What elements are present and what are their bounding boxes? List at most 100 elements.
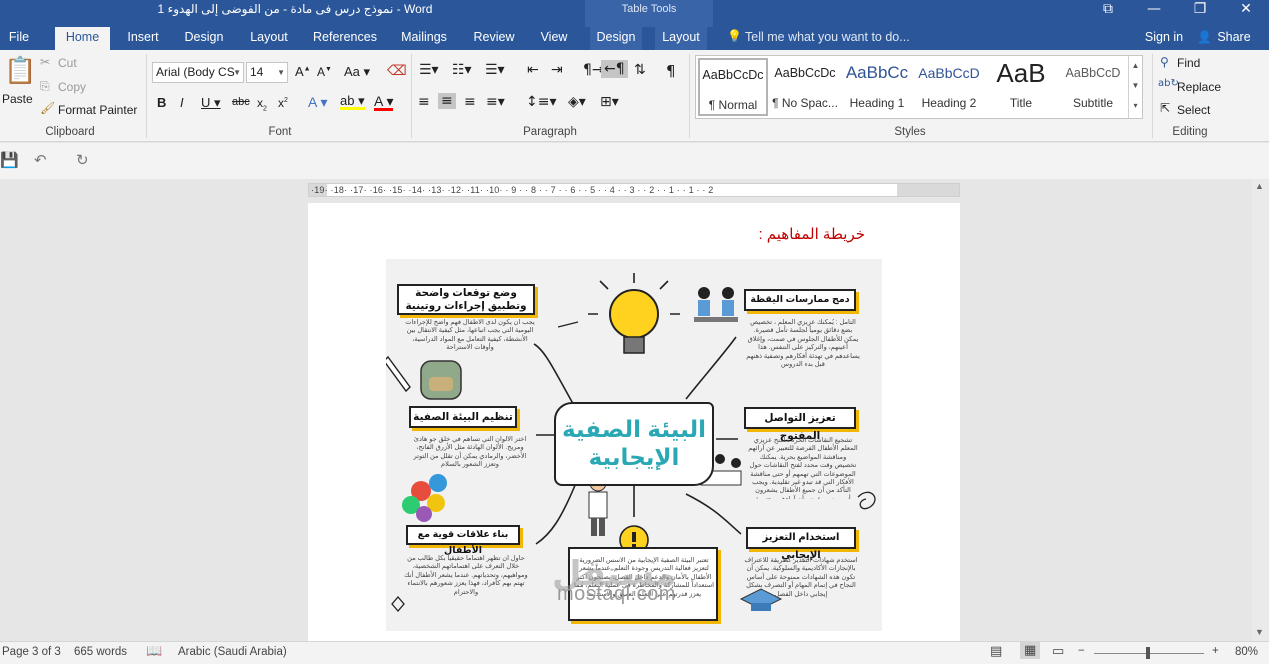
ribbon-home: 📋 Paste ✂ Cut ⎘ Copy 🖌 Format Painter Cl… bbox=[0, 50, 1269, 142]
save-icon[interactable]: 💾 bbox=[0, 151, 19, 169]
show-marks-icon[interactable]: ¶ bbox=[666, 62, 676, 80]
page-count[interactable]: Page 3 of 3 bbox=[2, 646, 61, 658]
select-icon: ⇱ bbox=[1160, 101, 1171, 115]
zoom-out-button[interactable]: − bbox=[1078, 645, 1085, 657]
tab-layout[interactable]: Layout bbox=[243, 27, 295, 50]
ribbon-display-icon[interactable]: ⧉ bbox=[1085, 0, 1131, 27]
tab-file[interactable]: File bbox=[0, 27, 38, 50]
copy-icon: ⎘ bbox=[40, 79, 50, 93]
communication-text: تشجيع النقاشات الحرة : امنح عزيزي المعلم… bbox=[748, 437, 858, 499]
zoom-level[interactable]: 80% bbox=[1235, 646, 1258, 658]
shading-icon[interactable]: ◈▾ bbox=[568, 94, 586, 110]
print-layout-icon[interactable]: ▦ bbox=[1020, 642, 1041, 659]
tab-table-layout[interactable]: Layout bbox=[655, 27, 707, 50]
web-layout-icon[interactable]: ▭ bbox=[1052, 644, 1064, 659]
close-icon[interactable]: ✕ bbox=[1223, 0, 1269, 27]
vertical-scrollbar[interactable]: ▲ ▼ bbox=[1252, 179, 1269, 641]
font-color-button[interactable]: A ▾ bbox=[374, 94, 394, 111]
read-mode-icon[interactable]: ▤ bbox=[990, 644, 1002, 659]
share-button[interactable]: Share bbox=[1214, 27, 1254, 50]
tab-view[interactable]: View bbox=[532, 27, 576, 50]
mindfulness-label: دمج ممارسات اليقظة bbox=[744, 289, 856, 311]
strikethrough-button[interactable]: abc bbox=[232, 96, 250, 108]
status-bar: Page 3 of 3 665 words 📖 Arabic (Saudi Ar… bbox=[0, 641, 1269, 664]
tab-mailings[interactable]: Mailings bbox=[395, 27, 453, 50]
find-button[interactable]: Find bbox=[1177, 56, 1200, 70]
replace-button[interactable]: Replace bbox=[1177, 80, 1221, 94]
superscript-button[interactable]: x2 bbox=[278, 96, 288, 110]
restore-icon[interactable]: ❐ bbox=[1177, 0, 1223, 27]
grow-font-button[interactable]: A▲ bbox=[295, 64, 311, 79]
cut-button[interactable]: Cut bbox=[58, 56, 77, 70]
multilevel-list-icon[interactable]: ☰▾ bbox=[485, 62, 505, 78]
zoom-slider-thumb[interactable] bbox=[1146, 647, 1150, 659]
clear-formatting-icon[interactable]: ⌫ bbox=[387, 63, 407, 79]
sort-icon[interactable]: ⇅ bbox=[634, 62, 646, 78]
center-concept-box: البيئة الصفية الإيجابية bbox=[554, 402, 714, 486]
font-size-box[interactable]: 14 ▼ bbox=[246, 62, 288, 83]
align-center-icon[interactable]: ≡ bbox=[438, 93, 456, 109]
align-right-icon[interactable]: ≡ bbox=[464, 94, 476, 110]
lightbulb-icon bbox=[588, 273, 680, 354]
tell-me-box[interactable]: Tell me what you want to do... bbox=[745, 27, 910, 48]
numbering-icon[interactable]: ☷▾ bbox=[452, 62, 472, 78]
expectations-text: يجب أن يكون لدى الأطفال فهم واضح للإجراء… bbox=[405, 319, 535, 352]
expectations-label: وضع توقعات واضحة وتطبيق إجراءات روتينية bbox=[397, 284, 535, 315]
redo-icon[interactable]: ↻ bbox=[76, 151, 89, 169]
center-title-line1: البيئة الصفية bbox=[561, 416, 707, 442]
style-title[interactable]: AaB Title bbox=[986, 58, 1056, 116]
language-indicator[interactable]: Arabic (Saudi Arabia) bbox=[178, 646, 287, 658]
decrease-indent-icon[interactable]: ⇤ bbox=[527, 62, 539, 78]
backpack-icon bbox=[420, 360, 462, 400]
align-left-icon[interactable]: ≡ bbox=[418, 94, 430, 110]
shrink-font-button[interactable]: A▼ bbox=[317, 65, 332, 79]
paste-icon[interactable]: 📋 bbox=[4, 56, 36, 86]
font-family-box[interactable]: Arial (Body CS ▼ bbox=[152, 62, 244, 83]
tab-references[interactable]: References bbox=[308, 27, 382, 50]
bold-button[interactable]: B bbox=[157, 95, 166, 110]
paste-button[interactable]: Paste bbox=[2, 92, 33, 106]
ribbon-tabs: File Home Insert Design Layout Reference… bbox=[0, 27, 1269, 50]
format-painter-icon: 🖌 bbox=[40, 101, 56, 115]
tab-review[interactable]: Review bbox=[468, 27, 520, 50]
copy-button[interactable]: Copy bbox=[58, 80, 86, 94]
increase-indent-icon[interactable]: ⇥ bbox=[551, 62, 563, 78]
minimize-icon[interactable]: — bbox=[1131, 0, 1177, 27]
proofing-icon[interactable]: 📖 bbox=[146, 644, 162, 659]
underline-button[interactable]: U ▾ bbox=[201, 95, 221, 111]
bullets-icon[interactable]: ☰▾ bbox=[419, 62, 439, 78]
justify-icon[interactable]: ≡▾ bbox=[486, 94, 505, 110]
subscript-button[interactable]: x2 bbox=[257, 96, 267, 112]
chevron-down-icon: ▼ bbox=[233, 68, 241, 77]
tab-design[interactable]: Design bbox=[178, 27, 230, 50]
tab-home[interactable]: Home bbox=[55, 27, 110, 50]
line-spacing-icon[interactable]: ↕≡▾ bbox=[526, 94, 557, 110]
style-heading-1[interactable]: AaBbCc Heading 1 bbox=[842, 58, 912, 116]
replace-icon: ab↻ bbox=[1158, 78, 1179, 89]
style-subtitle[interactable]: AaBbCcD Subtitle bbox=[1058, 58, 1128, 116]
format-painter-button[interactable]: Format Painter bbox=[58, 103, 137, 117]
watermark-url: mostaql.com bbox=[557, 583, 676, 605]
select-button[interactable]: Select bbox=[1177, 103, 1210, 117]
undo-icon[interactable]: ↶ bbox=[34, 151, 47, 169]
rtl-direction-icon[interactable]: ←¶ bbox=[601, 60, 628, 78]
sign-in-link[interactable]: Sign in bbox=[1142, 27, 1186, 50]
zoom-in-button[interactable]: + bbox=[1212, 645, 1219, 657]
highlight-button[interactable]: ab ▾ bbox=[340, 94, 365, 110]
italic-button[interactable]: I bbox=[180, 95, 184, 110]
style-normal[interactable]: AaBbCcDc ¶ Normal bbox=[698, 58, 768, 116]
cut-icon: ✂ bbox=[40, 55, 51, 69]
tab-table-design[interactable]: Design bbox=[590, 27, 642, 50]
change-case-button[interactable]: Aa ▾ bbox=[344, 64, 370, 80]
style-no-spacing[interactable]: AaBbCcDc ¶ No Spac... bbox=[770, 58, 840, 116]
scroll-down-icon[interactable]: ▼ bbox=[1255, 627, 1264, 637]
text-effects-button[interactable]: A ▾ bbox=[308, 94, 327, 111]
scroll-up-icon[interactable]: ▲ bbox=[1255, 181, 1264, 191]
tab-insert[interactable]: Insert bbox=[120, 27, 166, 50]
document-page[interactable]: خريطة المفاهيم : وضع توقعات واضحة وتطبيق… bbox=[308, 203, 960, 643]
style-heading-2[interactable]: AaBbCcD Heading 2 bbox=[914, 58, 984, 116]
borders-icon[interactable]: ⊞▾ bbox=[600, 94, 619, 110]
horizontal-ruler[interactable]: ·19· ·18· ·17· ·16· ·15· ·14· ·13· ·12· … bbox=[308, 183, 960, 197]
styles-scroll[interactable]: ▲ ▼ ▾ bbox=[1128, 56, 1142, 118]
word-count[interactable]: 665 words bbox=[74, 646, 127, 658]
